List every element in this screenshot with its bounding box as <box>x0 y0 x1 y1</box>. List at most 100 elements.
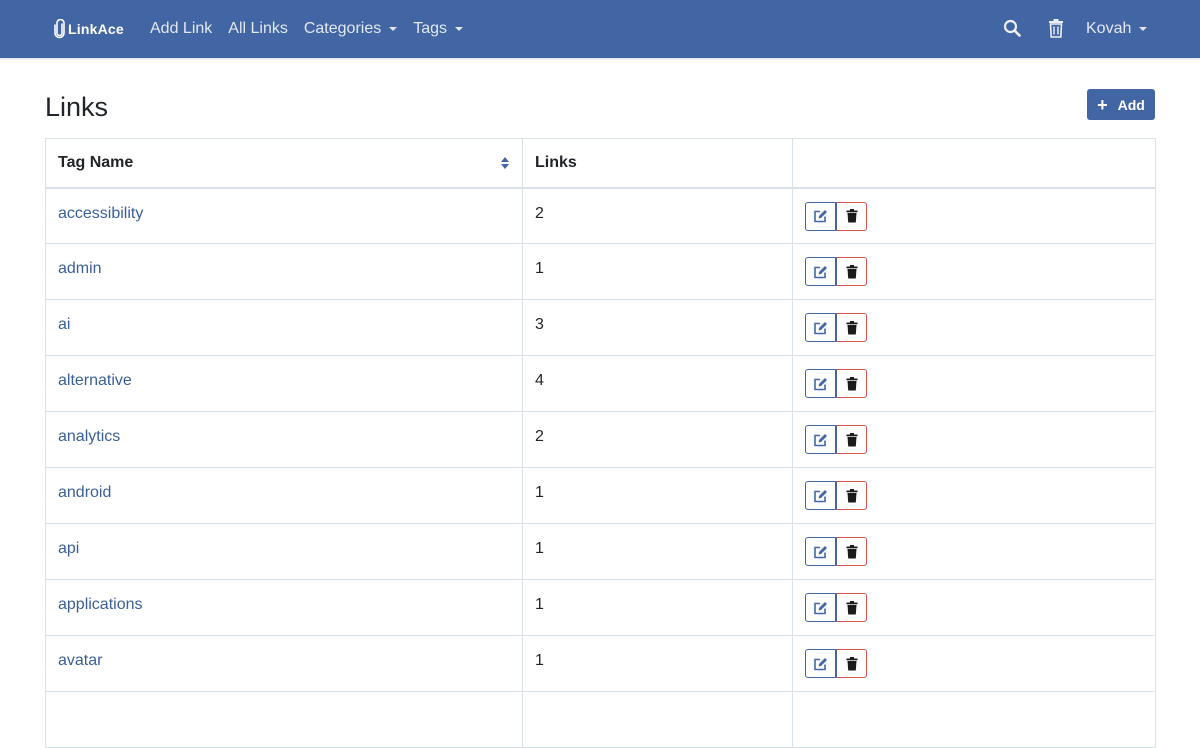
delete-button[interactable] <box>836 537 867 566</box>
link-count-cell: 1 <box>522 467 793 524</box>
delete-button[interactable] <box>836 593 867 622</box>
table-row: admin 1 <box>45 243 1156 300</box>
table-header-row: Tag Name Links <box>45 138 1156 189</box>
link-count-cell: 1 <box>522 243 793 300</box>
top-navbar: LinkAce Add Link All Links Categories Ta… <box>0 0 1200 58</box>
nav-categories-dropdown[interactable]: Categories <box>303 20 398 38</box>
tag-name-cell: applications <box>45 579 523 636</box>
tag-link[interactable]: admin <box>58 260 102 277</box>
edit-icon <box>814 210 827 223</box>
delete-button[interactable] <box>836 425 867 454</box>
trash-icon <box>846 320 857 334</box>
page-header: Links + Add <box>45 88 1155 124</box>
link-count: 1 <box>535 652 544 669</box>
edit-icon <box>814 545 827 558</box>
edit-icon <box>814 321 827 334</box>
column-header-label: Links <box>535 153 577 171</box>
trash-icon <box>846 209 857 223</box>
table-row: accessibility 2 <box>45 187 1156 244</box>
edit-button[interactable] <box>805 369 836 398</box>
delete-button[interactable] <box>836 201 867 231</box>
actions-cell <box>792 243 1156 300</box>
link-count: 2 <box>535 204 544 222</box>
link-count: 3 <box>535 316 544 333</box>
edit-button[interactable] <box>805 201 836 231</box>
row-actions <box>805 537 867 566</box>
chevron-down-icon <box>455 27 464 31</box>
tags-table: Tag Name Links accessibility 2 admin 1 a… <box>45 138 1156 748</box>
plus-icon: + <box>1097 94 1108 115</box>
edit-icon <box>814 601 827 614</box>
user-menu-dropdown[interactable]: Kovah <box>1086 0 1148 58</box>
delete-button[interactable] <box>836 313 867 342</box>
row-actions <box>805 649 867 678</box>
edit-button[interactable] <box>805 257 836 286</box>
link-count-cell: 1 <box>522 579 793 636</box>
table-row: alternative 4 <box>45 355 1156 412</box>
actions-cell <box>792 187 1156 244</box>
delete-button[interactable] <box>836 649 867 678</box>
tag-name-cell: ai <box>45 299 523 356</box>
row-actions <box>805 257 867 286</box>
edit-button[interactable] <box>805 481 836 510</box>
tag-link[interactable]: android <box>58 484 111 501</box>
edit-button[interactable] <box>805 537 836 566</box>
chevron-down-icon <box>1139 27 1148 31</box>
actions-cell <box>792 467 1156 524</box>
table-row: avatar 1 <box>45 635 1156 692</box>
row-actions <box>805 369 867 398</box>
tag-name-cell: analytics <box>45 411 523 468</box>
row-actions <box>805 425 867 454</box>
trash-icon <box>846 544 857 558</box>
sort-icon[interactable] <box>500 156 510 170</box>
brand-logo[interactable]: LinkAce <box>54 0 124 58</box>
tag-name-cell: alternative <box>45 355 523 412</box>
edit-icon <box>814 489 827 502</box>
delete-button[interactable] <box>836 481 867 510</box>
edit-button[interactable] <box>805 313 836 342</box>
link-count: 2 <box>535 428 544 445</box>
link-count: 4 <box>535 372 544 389</box>
table-body: accessibility 2 admin 1 ai 3 alternative… <box>45 187 1156 748</box>
add-tag-button[interactable]: + Add <box>1087 89 1155 120</box>
tag-link[interactable]: alternative <box>58 372 132 389</box>
link-count-cell: 2 <box>522 187 793 244</box>
link-count-cell: 1 <box>522 523 793 580</box>
nav-add-link-label: Add Link <box>150 20 213 37</box>
search-icon[interactable] <box>1003 19 1021 42</box>
tag-link[interactable]: api <box>58 540 79 557</box>
link-count-cell: 4 <box>522 355 793 412</box>
tag-link[interactable]: accessibility <box>58 205 143 222</box>
tag-name-cell: api <box>45 523 523 580</box>
link-count: 1 <box>535 596 544 613</box>
nav-all-links[interactable]: All Links <box>228 20 288 38</box>
brand-name: LinkAce <box>68 21 124 37</box>
edit-button[interactable] <box>805 649 836 678</box>
actions-cell <box>792 635 1156 692</box>
nav-add-link[interactable]: Add Link <box>150 20 212 38</box>
tag-link[interactable]: avatar <box>58 652 102 669</box>
edit-button[interactable] <box>805 425 836 454</box>
trash-icon <box>846 488 857 502</box>
nav-all-links-label: All Links <box>228 20 288 37</box>
edit-button[interactable] <box>805 593 836 622</box>
delete-button[interactable] <box>836 369 867 398</box>
column-header-tag-name[interactable]: Tag Name <box>45 138 523 189</box>
chevron-down-icon <box>389 27 398 31</box>
tag-name-cell: avatar <box>45 635 523 692</box>
link-count-cell: 1 <box>522 635 793 692</box>
column-header-links: Links <box>522 138 793 189</box>
nav-tags-dropdown[interactable]: Tags <box>413 20 464 38</box>
actions-cell <box>792 523 1156 580</box>
tag-link[interactable]: ai <box>58 316 70 333</box>
trash-icon <box>846 656 857 670</box>
link-count: 1 <box>535 260 544 277</box>
trash-icon[interactable] <box>1048 19 1064 43</box>
tag-link[interactable]: applications <box>58 596 143 613</box>
tag-link[interactable]: analytics <box>58 428 120 445</box>
delete-button[interactable] <box>836 257 867 286</box>
nav-categories-label: Categories <box>303 20 382 37</box>
trash-icon <box>846 264 857 278</box>
tag-name-cell: admin <box>45 243 523 300</box>
table-row: analytics 2 <box>45 411 1156 468</box>
